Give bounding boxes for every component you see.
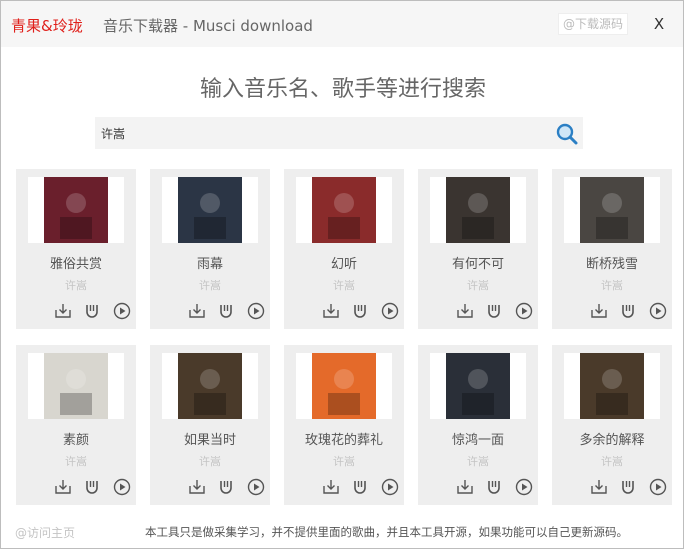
song-artist: 许嵩 xyxy=(65,279,87,292)
download-icon[interactable] xyxy=(455,301,475,321)
search-input[interactable] xyxy=(101,123,541,143)
song-artist: 许嵩 xyxy=(333,279,355,292)
song-artist: 许嵩 xyxy=(467,279,489,292)
play-icon[interactable] xyxy=(112,301,132,321)
search-bar xyxy=(95,117,583,149)
album-cover xyxy=(162,353,258,419)
song-card: 幻听 许嵩 xyxy=(284,169,404,329)
song-title: 玫瑰花的葬礼 xyxy=(304,433,383,448)
album-cover xyxy=(296,353,392,419)
album-cover-image xyxy=(312,353,376,419)
song-title: 惊鸿一面 xyxy=(451,433,504,448)
album-cover xyxy=(430,177,526,243)
play-icon[interactable] xyxy=(246,477,266,497)
play-icon[interactable] xyxy=(380,301,400,321)
song-card: 雅俗共赏 许嵩 xyxy=(16,169,136,329)
album-cover xyxy=(28,177,124,243)
magnet-icon[interactable] xyxy=(484,301,504,321)
album-cover-image xyxy=(178,353,242,419)
song-card: 雨幕 许嵩 xyxy=(150,169,270,329)
song-title: 断桥残雪 xyxy=(585,257,638,272)
song-artist: 许嵩 xyxy=(467,455,489,468)
brand-label: 青果&玲珑 xyxy=(11,17,83,35)
song-card: 如果当时 许嵩 xyxy=(150,345,270,505)
app-window: 青果&玲珑 音乐下载器 - Musci download @下载源码 X 输入音… xyxy=(0,0,684,549)
magnet-icon[interactable] xyxy=(618,477,638,497)
close-button[interactable]: X xyxy=(649,13,669,35)
album-cover-image xyxy=(44,353,108,419)
magnet-icon[interactable] xyxy=(82,301,102,321)
play-icon[interactable] xyxy=(380,477,400,497)
download-icon[interactable] xyxy=(187,301,207,321)
magnet-icon[interactable] xyxy=(216,477,236,497)
play-icon[interactable] xyxy=(648,477,668,497)
download-icon[interactable] xyxy=(589,301,609,321)
album-cover xyxy=(564,177,660,243)
album-cover xyxy=(430,353,526,419)
play-icon[interactable] xyxy=(246,301,266,321)
song-title: 幻听 xyxy=(330,257,357,272)
page-heading: 输入音乐名、歌手等进行搜索 xyxy=(199,77,486,102)
download-icon[interactable] xyxy=(589,477,609,497)
play-icon[interactable] xyxy=(514,477,534,497)
album-cover-image xyxy=(446,353,510,419)
visit-home-link[interactable]: @访问主页 xyxy=(15,524,75,541)
footer-note: 本工具只是做采集学习，并不提供里面的歌曲，并且本工具开源，如果功能可以自己更新源… xyxy=(145,525,628,539)
song-title: 雨幕 xyxy=(196,257,223,272)
download-icon[interactable] xyxy=(53,301,73,321)
magnet-icon[interactable] xyxy=(216,301,236,321)
song-artist: 许嵩 xyxy=(333,455,355,468)
song-title: 多余的解释 xyxy=(579,433,645,448)
song-title: 如果当时 xyxy=(183,433,236,448)
album-cover xyxy=(296,177,392,243)
album-cover xyxy=(564,353,660,419)
title-bar: 青果&玲珑 音乐下载器 - Musci download @下载源码 X xyxy=(1,1,683,47)
search-icon[interactable] xyxy=(555,122,579,146)
song-card: 有何不可 许嵩 xyxy=(418,169,538,329)
song-artist: 许嵩 xyxy=(199,455,221,468)
album-cover-image xyxy=(178,177,242,243)
album-cover xyxy=(28,353,124,419)
magnet-icon[interactable] xyxy=(484,477,504,497)
download-icon[interactable] xyxy=(53,477,73,497)
play-icon[interactable] xyxy=(112,477,132,497)
magnet-icon[interactable] xyxy=(350,477,370,497)
album-cover-image xyxy=(312,177,376,243)
download-icon[interactable] xyxy=(321,477,341,497)
album-cover-image xyxy=(580,177,644,243)
magnet-icon[interactable] xyxy=(618,301,638,321)
download-icon[interactable] xyxy=(321,301,341,321)
song-card: 玫瑰花的葬礼 许嵩 xyxy=(284,345,404,505)
song-artist: 许嵩 xyxy=(601,455,623,468)
song-artist: 许嵩 xyxy=(65,455,87,468)
song-title: 有何不可 xyxy=(451,257,504,272)
play-icon[interactable] xyxy=(648,301,668,321)
song-artist: 许嵩 xyxy=(601,279,623,292)
album-cover-image xyxy=(446,177,510,243)
download-icon[interactable] xyxy=(455,477,475,497)
app-title: 音乐下载器 - Musci download xyxy=(103,17,313,35)
magnet-icon[interactable] xyxy=(82,477,102,497)
song-card: 素颜 许嵩 xyxy=(16,345,136,505)
song-card: 断桥残雪 许嵩 xyxy=(552,169,672,329)
album-cover-image xyxy=(44,177,108,243)
download-source-button[interactable]: @下载源码 xyxy=(558,13,628,35)
download-icon[interactable] xyxy=(187,477,207,497)
song-card: 多余的解释 许嵩 xyxy=(552,345,672,505)
album-cover xyxy=(162,177,258,243)
song-title: 素颜 xyxy=(62,433,89,448)
play-icon[interactable] xyxy=(514,301,534,321)
song-artist: 许嵩 xyxy=(199,279,221,292)
magnet-icon[interactable] xyxy=(350,301,370,321)
album-cover-image xyxy=(580,353,644,419)
song-title: 雅俗共赏 xyxy=(49,257,102,272)
song-card: 惊鸿一面 许嵩 xyxy=(418,345,538,505)
